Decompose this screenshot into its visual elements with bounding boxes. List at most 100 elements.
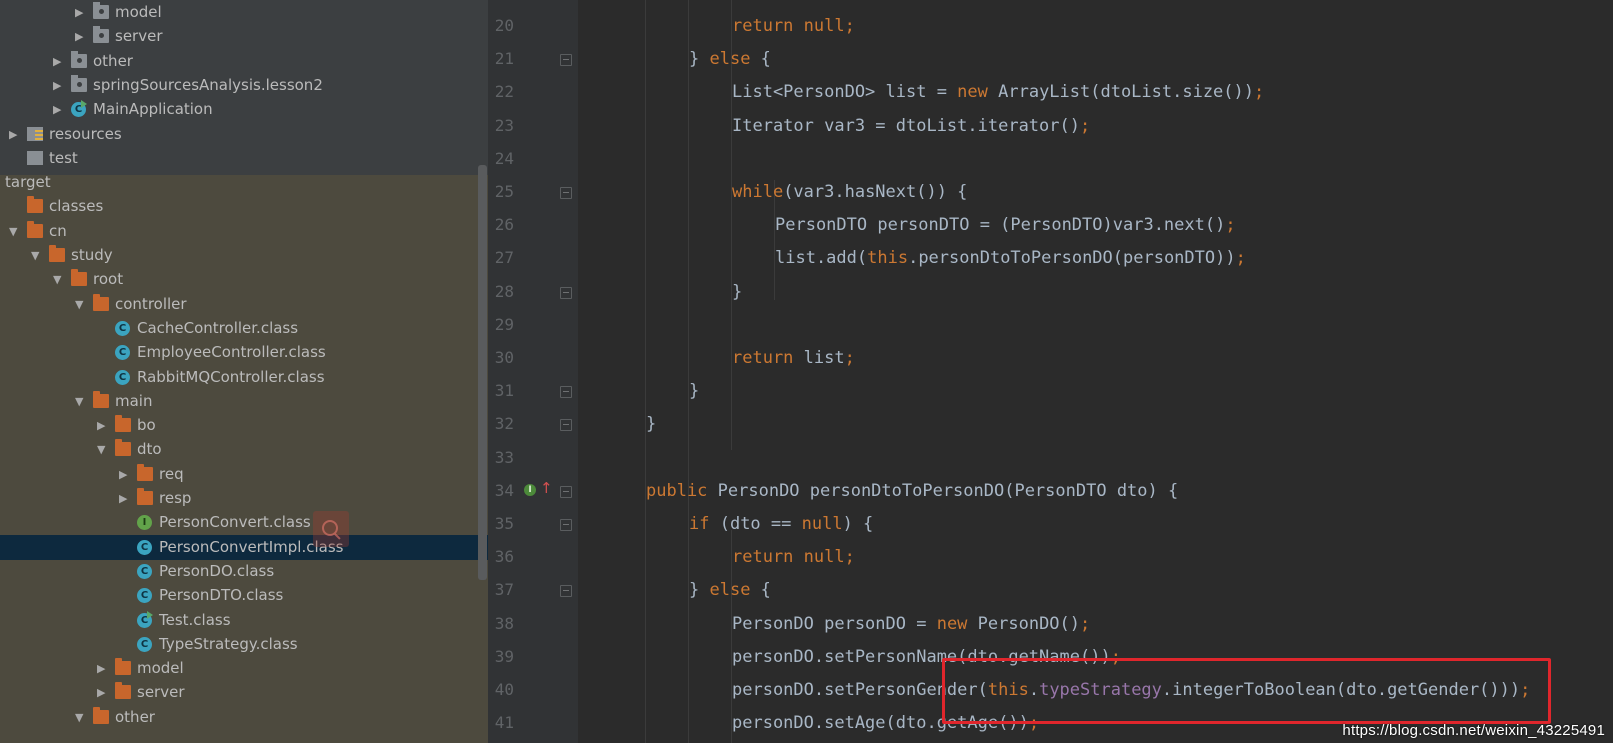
tree-item-label: controller (115, 294, 187, 313)
tree-item[interactable]: C EmployeeController.class (0, 340, 488, 365)
fold-marker-icon[interactable] (560, 585, 572, 598)
code-line[interactable]: public PersonDO personDtoToPersonDO(Pers… (646, 474, 1178, 508)
tree-item[interactable]: ▶ bo (0, 413, 488, 438)
line-number: 31 (494, 381, 514, 401)
class-icon: C (137, 563, 152, 579)
fold-marker-icon[interactable] (560, 485, 572, 498)
tree-scrollbar[interactable] (478, 165, 487, 580)
tree-item[interactable]: ▼ main (0, 389, 488, 414)
chevron-right-icon[interactable]: ▶ (9, 122, 17, 147)
fold-marker-icon[interactable] (560, 386, 572, 399)
tree-item[interactable]: C RabbitMQController.class (0, 365, 488, 390)
line-number: 34 (494, 480, 514, 500)
code-line[interactable]: return list; (732, 341, 855, 375)
code-line[interactable]: Iterator var3 = dtoList.iterator(); (732, 109, 1090, 143)
package-icon (93, 2, 109, 19)
code-line[interactable]: } (646, 407, 656, 441)
code-token: Iterator var3 = dtoList.iterator() (732, 115, 1080, 136)
tree-item[interactable]: ▼ dto (0, 437, 488, 462)
chevron-right-icon[interactable]: ▶ (53, 73, 61, 98)
chevron-right-icon[interactable]: ▶ (97, 680, 105, 705)
go-to-super-arrow-icon[interactable]: ↑ (540, 480, 553, 496)
code-line[interactable]: } else { (689, 42, 771, 76)
fold-marker-icon[interactable] (560, 519, 572, 531)
tree-item[interactable]: ▶ springSourcesAnalysis.lesson2 (0, 73, 488, 98)
code-line[interactable]: List<PersonDO> list = new ArrayList(dtoL… (732, 75, 1264, 109)
chevron-down-icon[interactable]: ▼ (75, 705, 83, 730)
code-line[interactable]: PersonDTO personDTO = (PersonDTO)var3.ne… (775, 208, 1236, 242)
chevron-down-icon[interactable]: ▼ (31, 243, 39, 268)
code-line[interactable]: PersonDO personDO = new PersonDO(); (732, 607, 1090, 641)
code-line[interactable]: while(var3.hasNext()) { (732, 175, 967, 209)
tree-item-label: test (49, 148, 78, 167)
tree-item[interactable]: ▼ controller (0, 292, 488, 317)
chevron-right-icon[interactable]: ▶ (119, 486, 127, 511)
implements-method-icon[interactable]: I (524, 483, 536, 496)
tree-item[interactable]: ▶ resp (0, 486, 488, 511)
tree-item[interactable]: test (0, 146, 488, 171)
code-line[interactable]: } (732, 275, 742, 309)
code-line[interactable]: return null; (732, 9, 855, 43)
code-editor[interactable]: 20 21 22 23 24 25 26 27 28 29 30 31 32 33 34 I ↑ 35 36 37 38… (488, 0, 1613, 743)
fold-marker-icon[interactable] (560, 187, 572, 199)
code-line[interactable]: return null; (732, 540, 855, 574)
tree-item-label: PersonDO.class (159, 561, 275, 580)
fold-marker-icon[interactable] (560, 286, 572, 299)
tree-item[interactable]: C CacheController.class (0, 316, 488, 341)
tree-item[interactable]: I PersonConvert.class (0, 510, 488, 535)
folder-icon (115, 658, 131, 676)
line-number: 37 (494, 580, 514, 600)
code-token: PersonDO() (977, 613, 1081, 634)
tree-item[interactable]: classes (0, 194, 488, 219)
tree-item[interactable]: ▶ C MainApplication (0, 97, 488, 122)
tree-item[interactable]: ▶ model (0, 656, 488, 681)
chevron-right-icon[interactable]: ▶ (53, 97, 61, 122)
chevron-down-icon[interactable]: ▼ (9, 219, 17, 244)
gutter-line: 31 (488, 374, 1020, 408)
tree-item[interactable]: ▼ root (0, 267, 488, 292)
code-token: while (732, 182, 784, 202)
chevron-right-icon[interactable]: ▶ (97, 413, 105, 438)
tree-item[interactable]: ▶ model (0, 0, 488, 25)
code-line[interactable]: } else { (689, 573, 771, 607)
chevron-right-icon[interactable]: ▶ (119, 462, 127, 487)
tree-item[interactable]: ▼ cn (0, 219, 488, 244)
chevron-right-icon[interactable]: ▶ (75, 24, 83, 49)
code-token: (dto == (719, 514, 802, 534)
code-line[interactable]: } (689, 374, 699, 408)
chevron-down-icon[interactable]: ▼ (75, 389, 83, 414)
line-number: 20 (494, 16, 514, 35)
chevron-down-icon[interactable]: ▼ (53, 267, 61, 292)
tree-item[interactable]: target (0, 170, 488, 195)
tree-item-label: Test.class (159, 610, 231, 629)
chevron-down-icon[interactable]: ▼ (97, 437, 105, 462)
tree-item[interactable]: C TypeStrategy.class (0, 632, 488, 657)
chevron-right-icon[interactable]: ▶ (97, 656, 105, 681)
gutter-line: 28 (488, 275, 1020, 309)
project-tree-panel[interactable]: ▶ model ▶ server ▶ other ▶ springSourcesAnalysi… (0, 0, 488, 743)
code-line[interactable]: if (dto == null) { (689, 507, 873, 541)
line-number: 28 (494, 281, 514, 301)
line-number: 26 (494, 215, 514, 235)
chevron-right-icon[interactable]: ▶ (53, 49, 61, 74)
tree-item[interactable]: ▶ resources (0, 122, 488, 147)
tree-item[interactable]: C PersonDTO.class (0, 583, 488, 608)
chevron-down-icon[interactable]: ▼ (75, 292, 83, 317)
tree-item[interactable]: ▶ req (0, 462, 488, 487)
tree-item[interactable]: C PersonDO.class (0, 559, 488, 584)
code-token: null (803, 547, 845, 568)
tree-item-label: RabbitMQController.class (137, 367, 325, 386)
chevron-right-icon[interactable]: ▶ (75, 0, 83, 25)
fold-marker-icon[interactable] (560, 419, 572, 432)
tree-item[interactable]: ▶ other (0, 49, 488, 74)
tree-item[interactable]: ▶ server (0, 680, 488, 705)
tree-item[interactable]: C Test.class (0, 608, 488, 633)
code-token: } (732, 281, 743, 302)
code-line[interactable]: list.add(this.personDtoToPersonDO(person… (775, 241, 1246, 275)
fold-marker-icon[interactable] (560, 54, 572, 67)
tree-item[interactable]: ▶ server (0, 24, 488, 49)
resources-folder-icon (27, 126, 43, 141)
tree-item[interactable]: ▼ other (0, 705, 488, 730)
tree-item[interactable]: C PersonConvertImpl.class (0, 534, 488, 560)
tree-item[interactable]: ▼ study (0, 243, 488, 268)
